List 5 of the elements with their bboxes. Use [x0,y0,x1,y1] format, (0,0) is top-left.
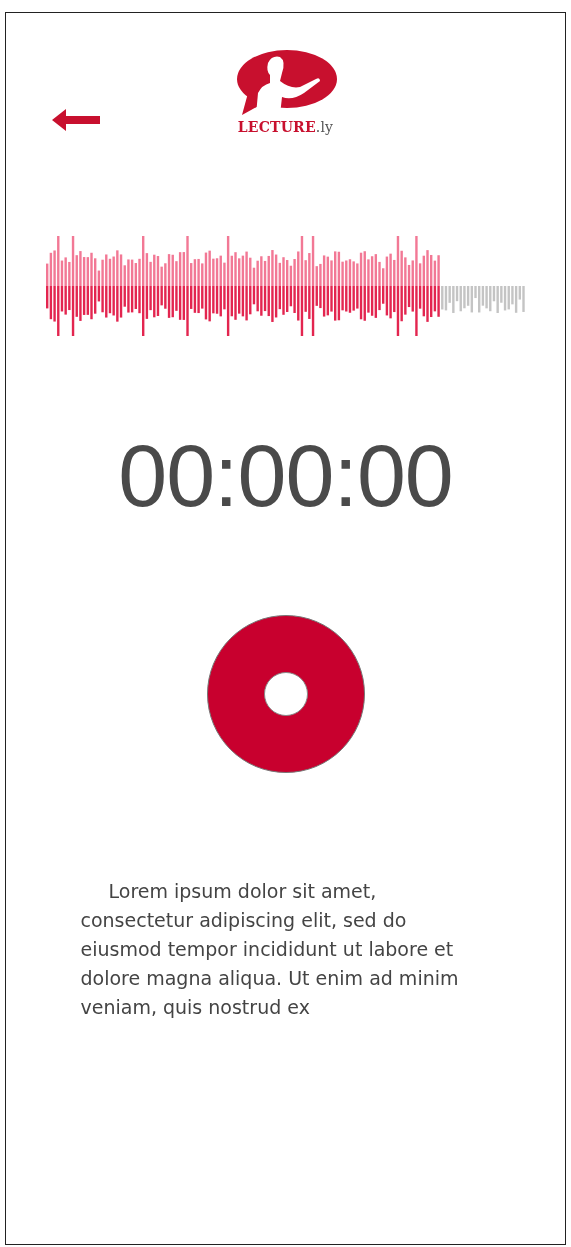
back-button[interactable] [52,109,100,131]
timer: 00:00:00 [118,425,453,527]
description-text: Lorem ipsum dolor sit amet, consectetur adipiscing elit, sed do eiusmod tempor incididunt ut labore et dolore magna aliqua. Ut enim ad minim veniam, quis nostrud ex [80,879,460,1020]
back-arrow-icon [52,109,100,131]
logo-text: LECTURE.ly [237,119,334,135]
